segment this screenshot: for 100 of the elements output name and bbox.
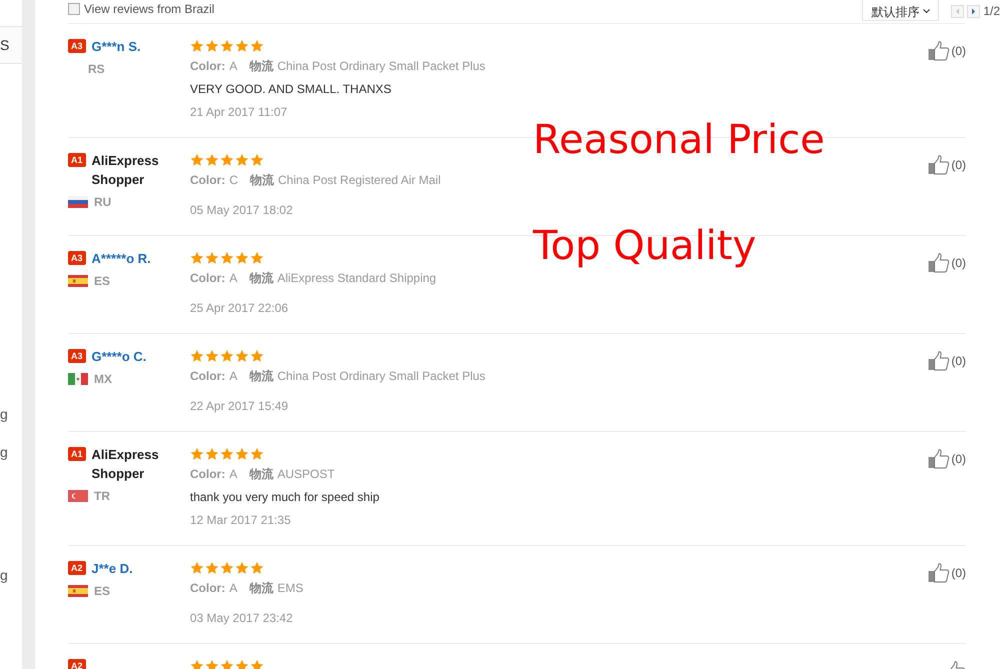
- promo-caption: Reasonal Price: [533, 116, 825, 165]
- shipping-method: China Post Registered Air Mail: [278, 172, 441, 189]
- shipping-label: 物流: [249, 270, 274, 287]
- next-page-button[interactable]: [967, 4, 980, 18]
- star-icon: [235, 251, 249, 265]
- thumbs-up-icon[interactable]: [928, 351, 950, 371]
- star-icon: [250, 447, 264, 461]
- shipping-label: 物流: [249, 466, 274, 483]
- flag-icon: [68, 275, 88, 287]
- page-indicator: 1/2: [983, 3, 1000, 20]
- color-label: Color:: [190, 368, 226, 385]
- level-badge: A3: [68, 251, 86, 265]
- flag-icon: [68, 585, 88, 597]
- thumbs-up-icon[interactable]: [928, 253, 950, 273]
- star-icon: [235, 39, 249, 53]
- country-code: ES: [94, 583, 110, 600]
- reviewer-name[interactable]: J**e D.: [92, 559, 133, 578]
- star-icon: [220, 39, 234, 53]
- star-icon: [205, 39, 219, 53]
- color-label: Color:: [190, 172, 226, 189]
- star-icon: [205, 153, 219, 167]
- color-value: A: [229, 368, 238, 385]
- color-value: A: [229, 466, 238, 483]
- star-icon: [235, 561, 249, 575]
- shipping-method: China Post Ordinary Small Packet Plus: [277, 58, 486, 75]
- sidebar-item[interactable]: S: [0, 26, 22, 64]
- promo-caption: Top Quality: [533, 222, 758, 271]
- shipping-label: 物流: [249, 368, 274, 385]
- star-icon: [190, 251, 204, 265]
- review-date: 22 Apr 2017 15:49: [190, 398, 288, 415]
- reviewer-name[interactable]: A*****o R.: [92, 249, 151, 268]
- reviewer-name[interactable]: G***n S.: [92, 37, 141, 56]
- review-text: VERY GOOD. AND SMALL. THANXS: [190, 81, 392, 98]
- star-icon: [220, 251, 234, 265]
- review-date: 03 May 2017 23:42: [190, 610, 293, 627]
- sidebar-item[interactable]: g: [0, 396, 22, 432]
- left-arrow-icon: [955, 8, 960, 14]
- sidebar-item[interactable]: g: [0, 557, 22, 593]
- sort-dropdown[interactable]: 默认排序: [862, 0, 940, 21]
- star-icon: [205, 447, 219, 461]
- star-icon: [220, 349, 234, 363]
- star-icon: [190, 447, 204, 461]
- color-value: A: [229, 580, 238, 597]
- like-count: (0): [951, 157, 966, 174]
- like-count: (0): [951, 565, 966, 582]
- star-icon: [235, 153, 249, 167]
- review-date: 05 May 2017 18:02: [190, 202, 293, 219]
- level-badge: A2: [68, 659, 86, 669]
- right-arrow-icon: [971, 8, 976, 14]
- color-value: A: [229, 58, 238, 75]
- thumbs-up-icon[interactable]: [928, 563, 950, 583]
- star-icon: [190, 349, 204, 363]
- review-date: 25 Apr 2017 22:06: [190, 300, 288, 317]
- shipping-method: AUSPOST: [277, 466, 335, 483]
- thumbs-up-icon[interactable]: [928, 41, 950, 61]
- star-icon: [250, 659, 264, 669]
- country-code: RS: [88, 61, 105, 78]
- star-icon: [250, 349, 264, 363]
- shipping-label: 物流: [249, 58, 274, 75]
- thumbs-up-icon[interactable]: [928, 155, 950, 175]
- star-icon: [220, 153, 234, 167]
- star-icon: [235, 447, 249, 461]
- star-icon: [250, 153, 264, 167]
- color-value: C: [229, 172, 238, 189]
- star-icon: [205, 659, 219, 669]
- reviewer-name: AliExpress Shopper: [92, 152, 160, 189]
- flag-icon: [68, 196, 88, 208]
- country-code: RU: [94, 194, 112, 211]
- level-badge: A1: [68, 447, 86, 461]
- level-badge: A3: [68, 349, 86, 363]
- star-icon: [205, 251, 219, 265]
- star-icon: [190, 561, 204, 575]
- country-code: ES: [94, 273, 110, 290]
- sidebar-item[interactable]: g: [0, 434, 22, 470]
- shipping-method: EMS: [277, 580, 304, 597]
- color-label: Color:: [190, 270, 226, 287]
- thumbs-up-icon[interactable]: [928, 449, 950, 469]
- filter-label: View reviews from Brazil: [84, 2, 214, 16]
- shipping-label: 物流: [249, 580, 274, 597]
- like-count: (0): [951, 43, 966, 60]
- color-label: Color:: [190, 58, 226, 75]
- level-badge: A1: [68, 153, 86, 167]
- filter-checkbox[interactable]: [68, 3, 80, 15]
- like-count: (0): [951, 255, 966, 272]
- review-text: thank you very much for speed ship: [190, 489, 380, 506]
- shipping-method: AliExpress Standard Shipping: [277, 270, 436, 287]
- flag-icon: [68, 373, 88, 385]
- reviewer-name: AliExpress Shopper: [92, 446, 160, 483]
- caret-icon: [923, 9, 930, 14]
- reviewer-name[interactable]: G****o C.: [92, 347, 146, 366]
- star-icon: [250, 251, 264, 265]
- star-icon: [190, 39, 204, 53]
- level-badge: A3: [68, 39, 86, 53]
- flag-icon: [68, 490, 88, 502]
- star-icon: [220, 561, 234, 575]
- like-count: (0): [951, 451, 966, 468]
- like-count: (0): [951, 353, 966, 370]
- star-icon: [235, 659, 249, 669]
- star-icon: [205, 561, 219, 575]
- review-date: 12 Mar 2017 21:35: [190, 512, 291, 529]
